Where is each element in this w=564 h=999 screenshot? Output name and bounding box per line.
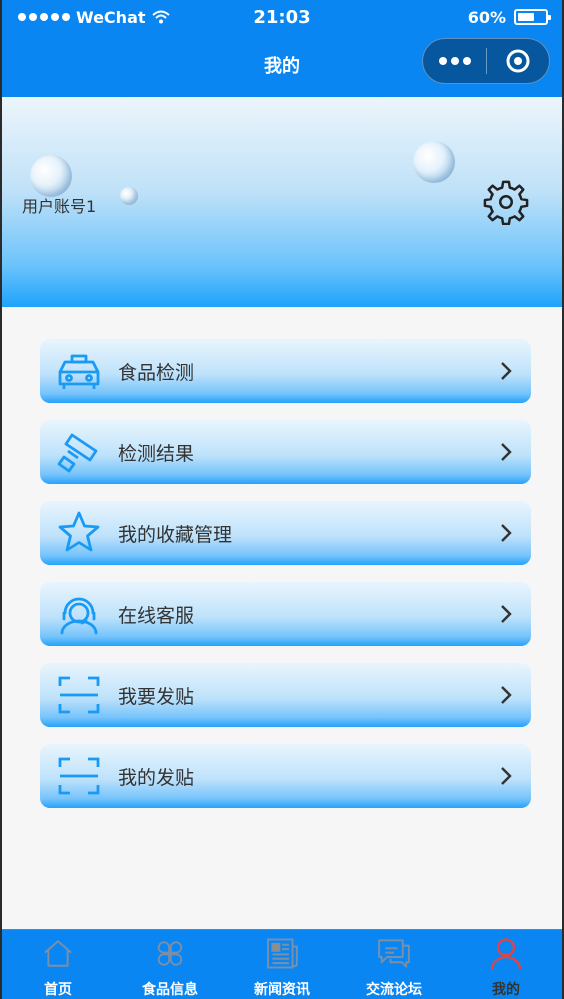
menu-item-label: 我要发贴 bbox=[118, 685, 195, 708]
tab-label: 交流论坛 bbox=[366, 982, 422, 998]
target-circle-icon bbox=[506, 49, 530, 73]
chevron-right-icon bbox=[501, 362, 512, 380]
tab-mine[interactable]: 我的 bbox=[450, 930, 562, 999]
more-menu-button[interactable] bbox=[423, 39, 486, 83]
tape-icon bbox=[57, 433, 98, 473]
menu-item-my-posts[interactable]: 我的发贴 bbox=[40, 744, 531, 808]
signal-dots-icon bbox=[18, 13, 70, 21]
tab-label: 食品信息 bbox=[142, 982, 198, 998]
menu-item-online-service[interactable]: 在线客服 bbox=[40, 582, 531, 646]
tab-forum[interactable]: 交流论坛 bbox=[338, 930, 450, 999]
star-icon bbox=[58, 511, 100, 552]
tab-food-info[interactable]: 食品信息 bbox=[114, 930, 226, 999]
chevron-right-icon bbox=[501, 524, 512, 542]
battery-percent: 60% bbox=[467, 7, 506, 27]
chat-icon bbox=[378, 939, 410, 968]
top-bar: WeChat 21:03 60% 我的 bbox=[2, 0, 562, 97]
menu-item-label: 在线客服 bbox=[118, 604, 195, 627]
menu-item-food-detection[interactable]: 食品检测 bbox=[40, 339, 531, 403]
clover-icon bbox=[157, 941, 183, 966]
scan-icon bbox=[58, 757, 100, 795]
headset-icon bbox=[60, 597, 98, 635]
more-dot-icon bbox=[438, 57, 447, 65]
menu-list: 食品检测 检测结果 我的收藏管理 在线客服 我要发贴 我的发贴 bbox=[40, 339, 531, 825]
status-right: 60% bbox=[467, 7, 551, 27]
bubble-decoration-icon bbox=[413, 141, 455, 183]
wifi-icon bbox=[151, 10, 170, 24]
car-icon bbox=[58, 354, 100, 389]
gear-icon[interactable] bbox=[483, 179, 529, 225]
tab-label: 首页 bbox=[44, 982, 72, 998]
username[interactable]: 用户账号1 bbox=[22, 193, 96, 217]
battery-fill bbox=[518, 13, 534, 21]
newspaper-icon bbox=[267, 938, 298, 969]
tab-label: 我的 bbox=[492, 982, 520, 998]
bubble-decoration-icon bbox=[30, 155, 72, 197]
menu-item-label: 我的发贴 bbox=[118, 766, 195, 789]
tab-news[interactable]: 新闻资讯 bbox=[226, 930, 338, 999]
chevron-right-icon bbox=[501, 443, 512, 461]
home-icon bbox=[44, 940, 72, 967]
scan-icon bbox=[58, 676, 100, 714]
menu-item-create-post[interactable]: 我要发贴 bbox=[40, 663, 531, 727]
chevron-right-icon bbox=[501, 605, 512, 623]
more-dot-icon bbox=[450, 57, 459, 65]
mini-program-capsule bbox=[422, 38, 550, 84]
tab-home[interactable]: 首页 bbox=[2, 930, 114, 999]
menu-item-label: 我的收藏管理 bbox=[118, 523, 233, 546]
profile-header: 用户账号1 bbox=[2, 97, 562, 307]
menu-item-label: 检测结果 bbox=[118, 442, 195, 465]
more-dot-icon bbox=[462, 57, 471, 65]
menu-item-label: 食品检测 bbox=[118, 361, 195, 384]
chevron-right-icon bbox=[501, 767, 512, 785]
status-bar: WeChat 21:03 60% bbox=[2, 0, 562, 34]
person-icon bbox=[490, 938, 522, 970]
chevron-right-icon bbox=[501, 686, 512, 704]
tab-label: 新闻资讯 bbox=[254, 982, 310, 998]
menu-item-my-favorites[interactable]: 我的收藏管理 bbox=[40, 501, 531, 565]
tab-bar: 首页 食品信息 新闻资讯 交流论坛 我的 bbox=[2, 929, 562, 999]
bubble-decoration-icon bbox=[120, 187, 138, 205]
carrier-label: WeChat bbox=[76, 7, 146, 27]
close-mini-program-button[interactable] bbox=[487, 39, 549, 83]
battery-icon bbox=[514, 9, 551, 25]
phone-frame: WeChat 21:03 60% 我的 用户账号1 食品检测 检测结果 我的收藏… bbox=[0, 0, 564, 999]
status-left: WeChat bbox=[18, 8, 170, 27]
menu-item-detection-results[interactable]: 检测结果 bbox=[40, 420, 531, 484]
